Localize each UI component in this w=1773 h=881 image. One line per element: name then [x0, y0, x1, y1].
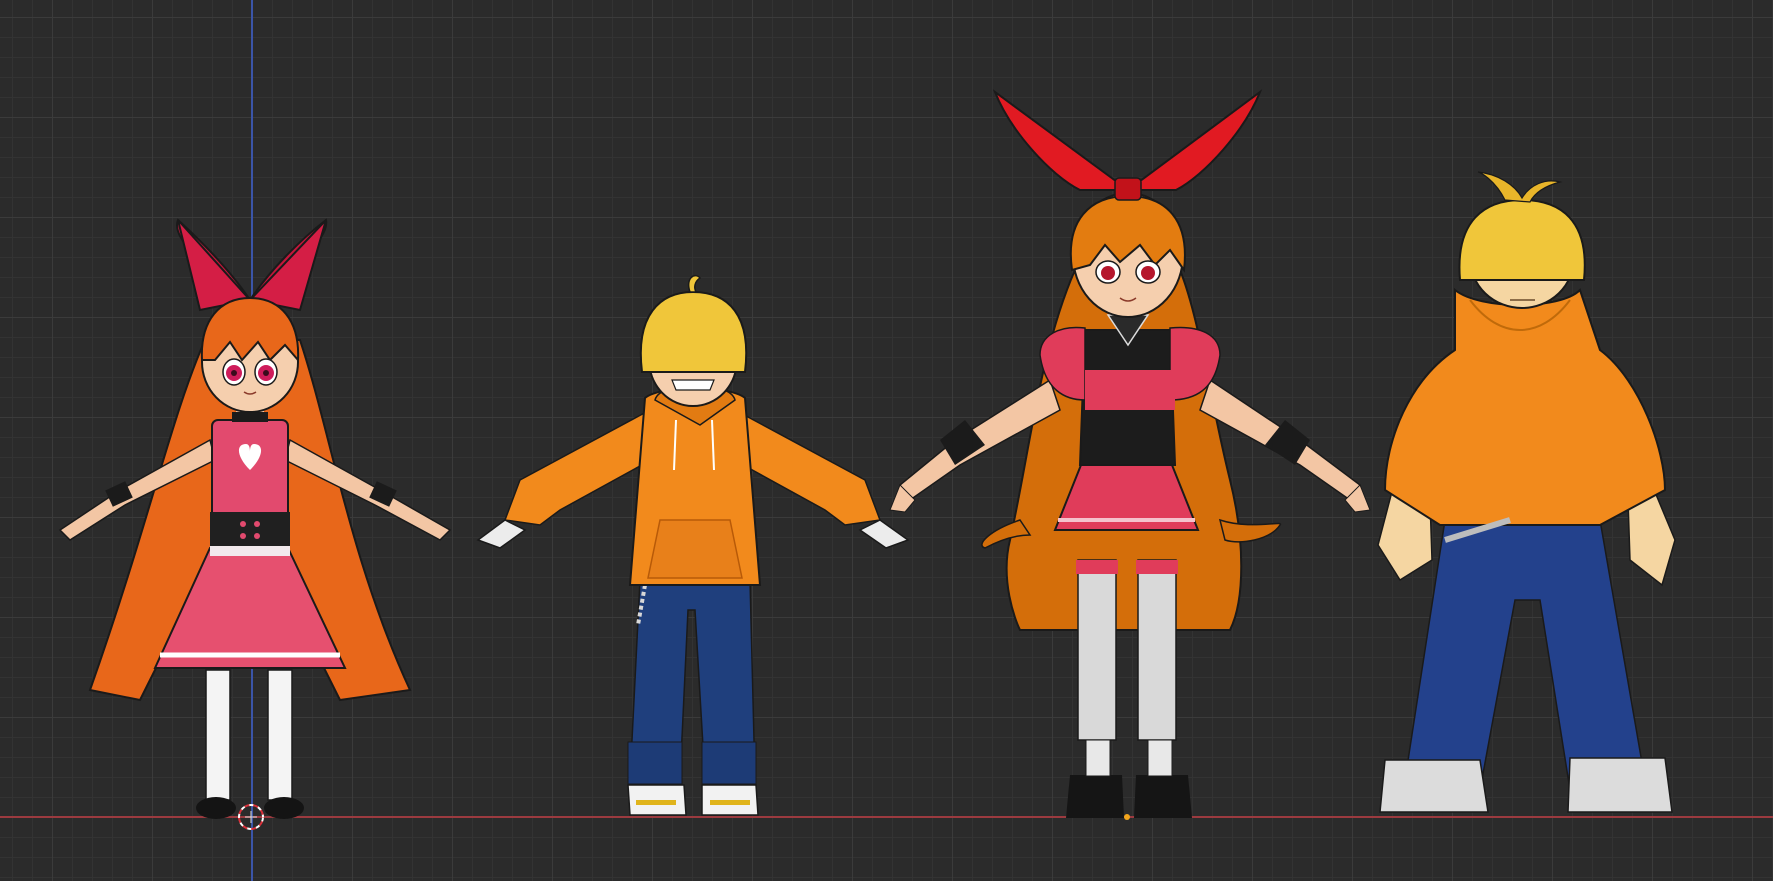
scene-canvas: [58, 89, 1676, 830]
character-girl-chibi[interactable]: [58, 218, 452, 819]
character-boy-hoodie[interactable]: [476, 274, 910, 816]
3d-cursor-icon[interactable]: [238, 804, 264, 830]
character-boy-poncho[interactable]: [1377, 171, 1676, 813]
3d-viewport[interactable]: [0, 0, 1773, 881]
character-girl-tall[interactable]: [889, 89, 1371, 818]
origin-dot: [1124, 814, 1130, 820]
